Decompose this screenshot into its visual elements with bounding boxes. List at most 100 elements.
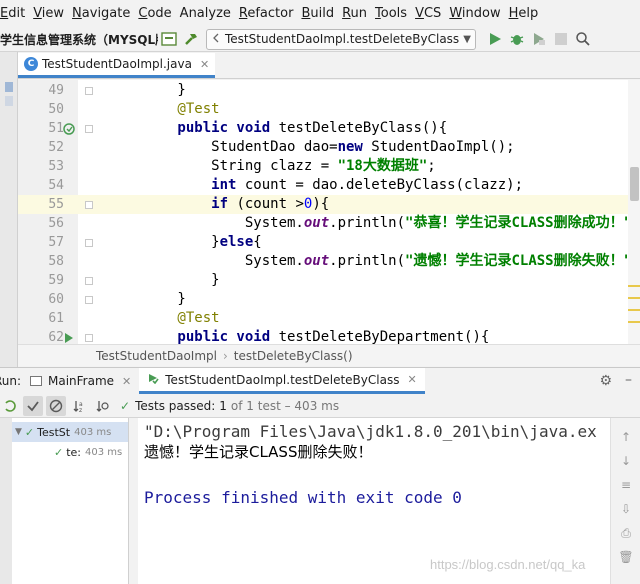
test-method-label: te: [66, 445, 82, 459]
debug-icon[interactable] [508, 30, 526, 48]
line-number: 57 [48, 235, 64, 250]
menu-window[interactable]: Window [447, 6, 506, 21]
project-structure-icon[interactable] [160, 30, 178, 48]
trash-icon[interactable]: 🗑 [618, 550, 633, 564]
tab-main-frame[interactable]: MainFrame ✕ [22, 368, 139, 394]
sort-by-duration-icon[interactable] [92, 396, 112, 416]
warning-stripe[interactable] [628, 309, 640, 311]
close-icon[interactable]: ✕ [122, 375, 131, 388]
menu-run[interactable]: Run [340, 6, 373, 21]
editor-tab-bar: C TestStudentDaoImpl.java ✕ [18, 53, 640, 79]
menu-edit[interactable]: Edit [0, 6, 31, 21]
run-config-left-icon [211, 32, 221, 47]
editor-scrollbar[interactable] [628, 80, 640, 344]
project-name[interactable]: 学生信息管理系统（MYSQL版 [0, 31, 158, 48]
line-number: 54 [48, 178, 64, 193]
code-line[interactable]: 56 System.out.println("恭喜！学生记录CLASS删除成功！… [18, 214, 640, 233]
tab-test-delete-by-class[interactable]: TestStudentDaoImpl.testDeleteByClass ✕ [139, 368, 425, 394]
line-number: 53 [48, 159, 64, 174]
run-test-icon[interactable] [62, 328, 76, 344]
test-runner-toolbar: az ✓ Tests passed: 1 of 1 test – 403 ms [0, 395, 640, 418]
code-line[interactable]: 49 } [18, 81, 640, 100]
fold-marker-icon[interactable] [84, 233, 94, 252]
line-number: 56 [48, 216, 64, 231]
menu-build[interactable]: Build [299, 6, 340, 21]
code-line[interactable]: 62 public void testDeleteByDepartment(){ [18, 328, 640, 344]
rerun-icon[interactable] [0, 396, 20, 416]
menu-vcs[interactable]: VCS [413, 6, 447, 21]
arrow-up-icon[interactable]: ↑ [619, 430, 633, 444]
warning-stripe[interactable] [628, 297, 640, 299]
code-line[interactable]: 59 } [18, 271, 640, 290]
chevron-down-icon[interactable]: ▼ [15, 427, 22, 437]
breadcrumb-separator: › [222, 348, 228, 363]
fold-marker-icon[interactable] [84, 328, 94, 344]
scroll-to-end-icon[interactable]: ⇩ [619, 502, 633, 516]
tree-row[interactable]: ✓ te: 403 ms [54, 442, 122, 462]
fold-marker-icon[interactable] [84, 81, 94, 100]
breadcrumb-class[interactable]: TestStudentDaoImpl [96, 349, 217, 363]
run-test-icon[interactable] [62, 119, 76, 138]
warning-stripe[interactable] [628, 285, 640, 287]
run-configuration-selector[interactable]: TestStudentDaoImpl.testDeleteByClass ▼ [206, 28, 476, 50]
test-results-tree: ▼ ✓ TestSt 403 ms ✓ te: 403 ms [12, 418, 129, 584]
warning-stripe[interactable] [628, 321, 640, 323]
code-line[interactable]: 54 int count = dao.deleteByClass(clazz); [18, 176, 640, 195]
build-hammer-icon[interactable] [182, 30, 200, 48]
code-token: int [110, 177, 245, 193]
code-editor[interactable]: 49 } 50 @Test 51 public void testDeleteByC… [18, 80, 640, 344]
close-icon[interactable]: ✕ [200, 58, 209, 71]
code-line[interactable]: 57 }else{ [18, 233, 640, 252]
show-ignored-toggle[interactable] [46, 396, 66, 416]
code-text: String clazz = "18大数据班"; [110, 157, 436, 176]
code-token: ; [427, 158, 436, 174]
sort-alphabetically-icon[interactable]: az [69, 396, 89, 416]
stop-icon[interactable] [552, 30, 570, 48]
code-line[interactable]: 55 if (count >0){ [18, 195, 640, 214]
code-line[interactable]: 50 @Test [18, 100, 640, 119]
code-token: out [303, 215, 330, 231]
menu-tools[interactable]: Tools [373, 6, 413, 21]
run-icon[interactable] [486, 30, 504, 48]
line-number: 59 [48, 273, 64, 288]
tree-row[interactable]: ▼ ✓ TestSt 403 ms [12, 422, 128, 442]
code-text: } [110, 290, 185, 309]
search-icon[interactable] [574, 30, 592, 48]
fold-marker-icon[interactable] [84, 119, 94, 138]
breadcrumb-method[interactable]: testDeleteByClass() [234, 349, 353, 363]
console-tab-icon [30, 376, 42, 386]
menu-navigate[interactable]: Navigate [70, 6, 136, 21]
tab-test-student-dao-impl[interactable]: C TestStudentDaoImpl.java ✕ [18, 53, 216, 78]
menu-analyze[interactable]: Analyze [178, 6, 237, 21]
minimize-icon[interactable]: – [625, 372, 632, 388]
scrollbar-thumb[interactable] [630, 167, 639, 201]
close-icon[interactable]: ✕ [407, 373, 416, 386]
code-line[interactable]: 60 } [18, 290, 640, 309]
gear-icon[interactable]: ⚙ [599, 373, 612, 389]
code-line[interactable]: 53 String clazz = "18大数据班"; [18, 157, 640, 176]
code-line[interactable]: 58 System.out.println("遗憾！学生记录CLASS删除失败！… [18, 252, 640, 271]
coverage-icon[interactable] [530, 30, 548, 48]
print-icon[interactable]: ⎙ [619, 526, 633, 540]
arrow-down-icon[interactable]: ↓ [619, 454, 633, 468]
check-icon: ✓ [24, 425, 35, 439]
code-line[interactable]: 51 public void testDeleteByClass(){ [18, 119, 640, 138]
soft-wrap-icon[interactable]: ≡ [619, 478, 633, 492]
menu-view[interactable]: View [31, 6, 70, 21]
code-token: StudentDaoImpl(); [371, 139, 515, 155]
code-line[interactable]: 52 StudentDao dao=new StudentDaoImpl(); [18, 138, 640, 157]
check-icon: ✓ [120, 399, 131, 413]
code-token: @Test [110, 101, 220, 117]
code-text: StudentDao dao=new StudentDaoImpl(); [110, 138, 515, 157]
code-line[interactable]: 61 @Test [18, 309, 640, 328]
code-token: StudentDao dao= [110, 139, 338, 155]
menu-code[interactable]: Code [136, 6, 177, 21]
fold-marker-icon[interactable] [84, 271, 94, 290]
fold-marker-icon[interactable] [84, 195, 94, 214]
fold-marker-icon[interactable] [84, 290, 94, 309]
code-token: if [110, 196, 237, 212]
show-passed-toggle[interactable] [23, 396, 43, 416]
menu-help[interactable]: Help [507, 6, 545, 21]
menu-refactor[interactable]: Refactor [237, 6, 300, 21]
code-token: "恭喜！学生记录CLASS删除成功！" [405, 215, 633, 231]
